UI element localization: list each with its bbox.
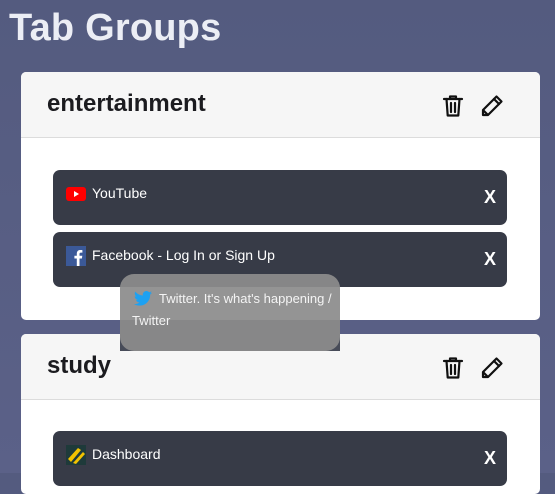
dashboard-icon [66,445,86,465]
dragging-tab-title: Twitter. It's what's happening / Twitter [132,291,332,328]
dragging-tab[interactable]: Twitter. It's what's happening / Twitter [120,274,340,351]
pencil-icon[interactable] [480,94,504,118]
tab-item[interactable]: Dashboard X [53,431,507,486]
tab-close-button[interactable]: X [484,248,496,270]
pencil-icon[interactable] [480,356,504,380]
youtube-icon [66,184,86,204]
page-title: Tab Groups [9,7,222,49]
tab-title: Facebook - Log In or Sign Up [92,247,275,263]
tab-title: Dashboard [92,446,161,462]
group-header: entertainment [21,72,540,138]
trash-icon[interactable] [441,356,465,380]
tab-close-button[interactable]: X [484,447,496,469]
facebook-icon [66,246,86,266]
tab-item[interactable]: YouTube X [53,170,507,225]
tab-close-button[interactable]: X [484,186,496,208]
group-name: study [47,352,112,379]
tab-title: YouTube [92,185,148,201]
tab-group-card: study Dashboard X [21,334,540,494]
group-name: entertainment [47,90,206,117]
trash-icon[interactable] [441,94,465,118]
